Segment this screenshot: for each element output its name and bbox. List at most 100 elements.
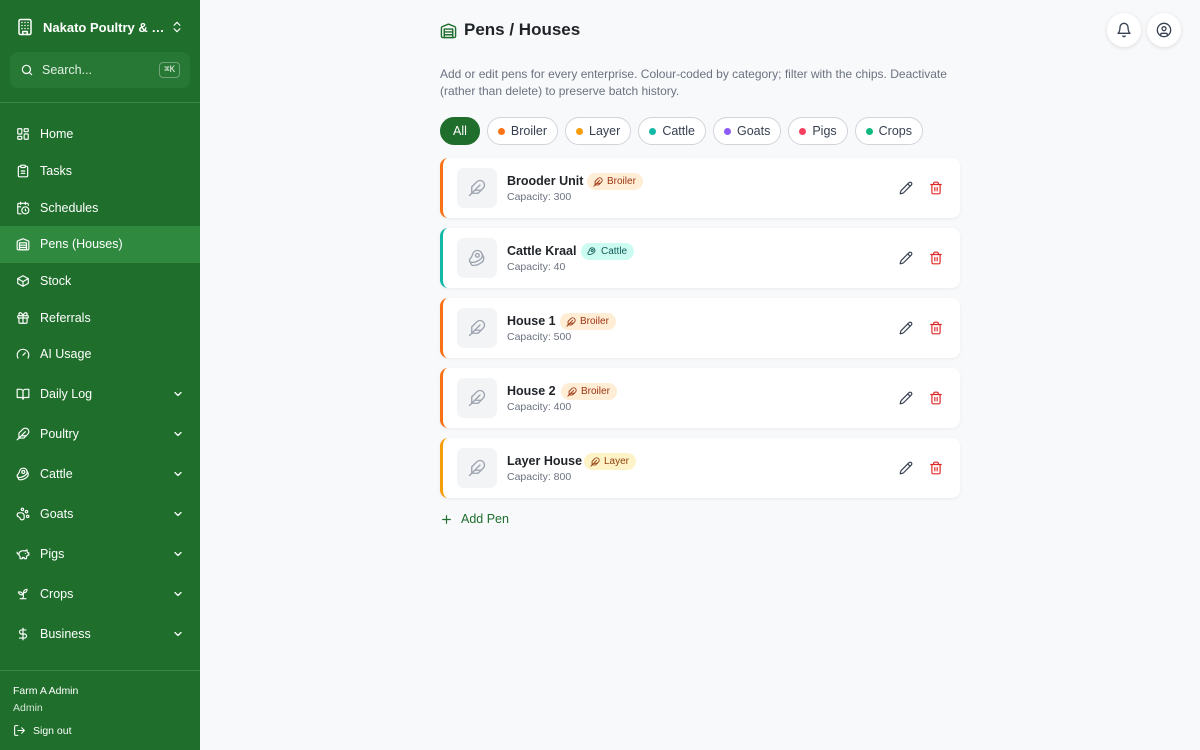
pen-thumbnail: [457, 448, 497, 488]
category-badge-label: Broiler: [581, 386, 610, 397]
calendar-clock-icon: [17, 201, 30, 215]
sidebar-item-referrals[interactable]: Referrals: [0, 299, 200, 336]
sign-out-label: Sign out: [33, 724, 72, 737]
category-badge-label: Broiler: [607, 176, 636, 187]
delete-pen-button[interactable]: [928, 460, 944, 476]
sidebar-group-pigs[interactable]: Pigs: [0, 534, 200, 574]
delete-pen-button[interactable]: [928, 180, 944, 196]
add-pen-button[interactable]: Add Pen: [440, 512, 509, 526]
trash-icon: [930, 391, 942, 405]
bell-icon: [1117, 22, 1131, 38]
pen-list: Brooder Unit Broiler Capacity: 300 Cattl…: [440, 158, 960, 508]
pencil-icon: [899, 461, 913, 475]
category-filter-chips: All Broiler Layer Cattle Goats Pigs Crop…: [440, 117, 930, 145]
filter-chip-goats[interactable]: Goats: [712, 117, 782, 145]
sidebar-item-label: AI Usage: [40, 347, 92, 362]
search-placeholder: Search...: [42, 63, 93, 77]
chevron-down-icon: [174, 431, 182, 437]
sidebar-group-goats[interactable]: Goats: [0, 494, 200, 534]
sidebar-group-poultry[interactable]: Poultry: [0, 414, 200, 454]
pen-card: Cattle Kraal Cattle Capacity: 40: [440, 228, 960, 288]
filter-chip-label: Layer: [589, 124, 621, 138]
pen-capacity: Capacity: 400: [507, 401, 572, 413]
sidebar-group-daily-log[interactable]: Daily Log: [0, 374, 200, 414]
feather-icon: [468, 319, 486, 337]
account-button[interactable]: [1147, 13, 1181, 47]
sidebar-item-ai-usage[interactable]: AI Usage: [0, 336, 200, 373]
category-dot: [865, 127, 873, 135]
sidebar-item-tasks[interactable]: Tasks: [0, 153, 200, 190]
delete-pen-button[interactable]: [928, 250, 944, 266]
beef-icon: [587, 246, 596, 255]
chevron-down-icon: [174, 551, 182, 557]
log-out-icon: [14, 725, 25, 736]
farm-name: Nakato Poultry & Dairy: [43, 19, 166, 35]
sidebar-group-label: Pigs: [40, 547, 65, 561]
pencil-icon: [899, 391, 913, 405]
sidebar-item-schedules[interactable]: Schedules: [0, 189, 200, 226]
category-dot: [799, 127, 807, 135]
sign-out-button[interactable]: Sign out: [13, 724, 72, 737]
sidebar-group-label: Business: [40, 627, 91, 641]
category-badge: Broiler: [587, 173, 643, 190]
sidebar-group-business[interactable]: Business: [0, 614, 200, 654]
sidebar-nav: Home Tasks Schedules Pens (Houses) Stock…: [0, 116, 200, 373]
user-panel: Farm A Admin Admin Sign out: [0, 670, 200, 750]
sidebar-item-home[interactable]: Home: [0, 116, 200, 153]
delete-pen-button[interactable]: [928, 390, 944, 406]
search-icon: [21, 64, 33, 76]
sidebar-groups: Daily Log Poultry Cattle Goats Pigs Crop…: [0, 374, 200, 654]
search-shortcut: ⌘K: [159, 62, 180, 78]
trash-icon: [930, 461, 942, 475]
notifications-button[interactable]: [1107, 13, 1141, 47]
category-badge: Broiler: [560, 313, 616, 330]
book-icon: [16, 388, 30, 400]
pen-card: House 2 Broiler Capacity: 400: [440, 368, 960, 428]
page-title-text: Pens / Houses: [464, 20, 581, 39]
sidebar-item-label: Tasks: [40, 164, 72, 179]
user-circle-icon: [1156, 22, 1172, 38]
edit-pen-button[interactable]: [898, 460, 914, 476]
sidebar-group-label: Cattle: [40, 467, 73, 481]
edit-pen-button[interactable]: [898, 390, 914, 406]
feather-icon: [468, 179, 486, 197]
sidebar-group-label: Daily Log: [40, 387, 93, 401]
sidebar-item-stock[interactable]: Stock: [0, 263, 200, 300]
pen-card: House 1 Broiler Capacity: 500: [440, 298, 960, 358]
sidebar: Nakato Poultry & Dairy Search... ⌘K Home…: [0, 0, 200, 750]
filter-chip-broiler[interactable]: Broiler: [486, 117, 559, 145]
filter-chip-layer[interactable]: Layer: [565, 117, 632, 145]
filter-chip-pigs[interactable]: Pigs: [788, 117, 848, 145]
sidebar-item-label: Pens (Houses): [40, 237, 123, 252]
pen-thumbnail: [457, 168, 497, 208]
pen-name: Cattle Kraal: [507, 244, 577, 258]
piggy-icon: [16, 549, 30, 560]
sidebar-group-crops[interactable]: Crops: [0, 574, 200, 614]
filter-chip-label: Goats: [736, 124, 771, 138]
chevron-down-icon: [174, 631, 182, 637]
feather-icon: [468, 459, 486, 477]
filter-chip-label: Broiler: [510, 124, 548, 138]
filter-chip-label: Pigs: [812, 124, 837, 138]
edit-pen-button[interactable]: [898, 320, 914, 336]
sidebar-group-cattle[interactable]: Cattle: [0, 454, 200, 494]
sprout-icon: [17, 588, 28, 600]
edit-pen-button[interactable]: [898, 180, 914, 196]
category-badge-label: Cattle: [601, 246, 628, 257]
pen-card: Brooder Unit Broiler Capacity: 300: [440, 158, 960, 218]
filter-chip-cattle[interactable]: Cattle: [638, 117, 706, 145]
sidebar-item-pens[interactable]: Pens (Houses): [0, 226, 200, 263]
sidebar-item-label: Referrals: [40, 310, 91, 325]
filter-chip-crops[interactable]: Crops: [854, 117, 923, 145]
trash-icon: [930, 181, 942, 195]
farm-switcher[interactable]: Nakato Poultry & Dairy: [12, 12, 188, 42]
delete-pen-button[interactable]: [928, 320, 944, 336]
filter-chip-all[interactable]: All: [440, 117, 480, 145]
pen-name: Layer House: [507, 454, 583, 468]
pencil-icon: [899, 181, 913, 195]
chevron-down-icon: [174, 591, 182, 597]
pen-capacity: Capacity: 300: [507, 191, 572, 203]
category-dot: [576, 127, 584, 135]
search-input[interactable]: Search... ⌘K: [10, 52, 190, 88]
edit-pen-button[interactable]: [898, 250, 914, 266]
